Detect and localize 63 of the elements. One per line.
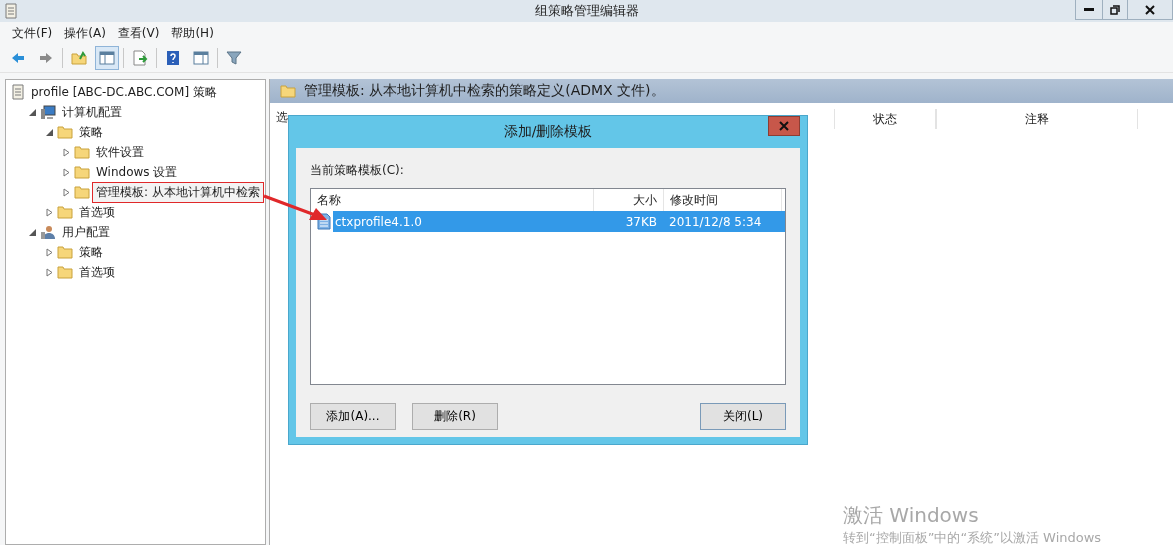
user-icon — [40, 224, 56, 240]
list-label: 当前策略模板(C): — [310, 162, 404, 179]
panel-icon — [99, 50, 115, 66]
column-header[interactable]: 注释 — [936, 109, 1138, 129]
close-icon — [779, 121, 789, 131]
folder-icon — [57, 245, 73, 259]
filter-icon — [226, 50, 242, 66]
expander-icon[interactable] — [45, 207, 54, 217]
back-arrow-icon — [10, 50, 26, 66]
export-icon — [132, 50, 148, 66]
tree-item[interactable]: 用户配置 — [59, 222, 113, 242]
dialog-button[interactable]: 删除(R) — [412, 403, 498, 430]
expander-icon[interactable] — [28, 227, 37, 237]
tree-item[interactable]: 策略 — [76, 122, 106, 142]
tree-item[interactable]: profile [ABC-DC.ABC.COM] 策略 — [28, 82, 220, 102]
expander-icon[interactable] — [62, 167, 71, 177]
activation-title: 激活 Windows — [843, 502, 980, 529]
forward-arrow-icon — [38, 50, 54, 66]
tree-item[interactable]: 首选项 — [76, 262, 118, 282]
expander-icon[interactable] — [62, 147, 71, 157]
dialog-button[interactable]: 添加(A)... — [310, 403, 396, 430]
menu-item[interactable]: 查看(V) — [111, 24, 166, 42]
folder-icon — [74, 145, 90, 159]
tree-item[interactable]: 软件设置 — [93, 142, 147, 162]
expander-icon[interactable] — [45, 267, 54, 277]
activation-hint: 转到“控制面板”中的“系统”以激活 Windows — [843, 529, 1102, 545]
help-icon — [165, 50, 181, 66]
tree-item[interactable]: 首选项 — [76, 202, 118, 222]
expander-icon[interactable] — [28, 107, 37, 117]
menu-item[interactable]: 操作(A) — [58, 24, 112, 42]
folder-icon — [57, 125, 73, 139]
menu-item[interactable]: 帮助(H) — [165, 24, 220, 42]
folder-icon — [57, 205, 73, 219]
close-button[interactable] — [1127, 0, 1173, 20]
close-icon — [1145, 4, 1155, 15]
description-label: 选 — [275, 109, 289, 126]
column-header[interactable]: 状态 — [834, 109, 936, 129]
pane-title: 管理模板: 从本地计算机中检索的策略定义(ADMX 文件)。 — [304, 82, 665, 100]
tree-item[interactable]: Windows 设置 — [93, 162, 181, 182]
tree-item[interactable]: 策略 — [76, 242, 106, 262]
expander-icon[interactable] — [45, 247, 54, 257]
folder-up-icon — [71, 50, 87, 66]
close-button[interactable] — [768, 116, 800, 136]
toolbar-button[interactable] — [95, 46, 119, 70]
scroll-icon — [4, 3, 18, 19]
tree-item[interactable]: 管理模板: 从本地计算机中检索 — [93, 182, 263, 202]
expander-icon[interactable] — [45, 127, 54, 137]
computer-icon — [40, 104, 56, 120]
minimize-icon — [1084, 8, 1094, 11]
tree-item[interactable]: 计算机配置 — [59, 102, 125, 122]
folder-icon — [74, 165, 90, 179]
restore-icon — [1110, 4, 1120, 15]
folder-icon — [57, 265, 73, 279]
expander-icon[interactable] — [62, 187, 71, 197]
dialog-title: 添加/删除模板 — [503, 123, 593, 141]
minimize-button[interactable] — [1075, 0, 1103, 20]
menu-item[interactable]: 文件(F) — [6, 24, 59, 42]
folder-icon — [74, 185, 90, 199]
panel-icon — [193, 50, 209, 66]
folder-icon — [280, 84, 296, 98]
window-title: 组策略管理编辑器 — [534, 2, 640, 20]
scroll-icon — [11, 84, 25, 100]
dialog-button[interactable]: 关闭(L) — [700, 403, 786, 430]
